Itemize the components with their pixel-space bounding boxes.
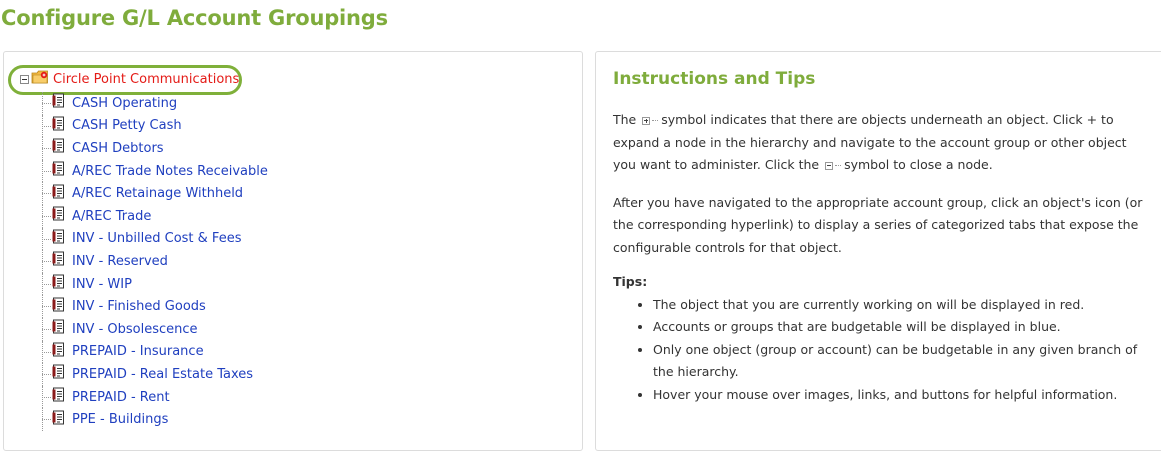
instructions-paragraph-expand: The symbol indicates that there are obje… [613,109,1153,177]
account-link[interactable]: INV - Unbilled Cost & Fees [72,231,241,246]
account-ledger-icon[interactable] [52,138,65,158]
instructions-paragraph-navigate: After you have navigated to the appropri… [613,194,1143,255]
tree-item[interactable]: PREPAID - Real Estate Taxes [42,363,268,386]
account-ledger-icon[interactable] [52,319,65,339]
account-link[interactable]: PREPAID - Insurance [72,344,204,359]
account-ledger-icon[interactable] [52,161,65,181]
tree-branch-line [42,227,52,251]
account-ledger-icon[interactable] [52,410,65,430]
tree-branch-line [42,159,52,183]
account-ledger-icon[interactable] [52,229,65,249]
tree-branch-line [42,317,52,341]
instructions-text: symbol to close a node. [844,157,993,172]
account-link[interactable]: A/REC Retainage Withheld [72,186,243,201]
tree-branch-line [42,137,52,160]
dotted-connector-icon [652,120,659,121]
tree-item[interactable]: CASH Petty Cash [42,114,268,138]
account-link[interactable]: CASH Petty Cash [72,118,182,133]
tree-branch-line [42,92,52,115]
account-ledger-icon[interactable] [52,364,65,384]
instructions-body: The symbol indicates that there are obje… [613,109,1153,406]
page-title: Configure G/L Account Groupings [1,6,388,30]
account-link[interactable]: CASH Debtors [72,141,164,156]
tree-branch-line [42,250,52,273]
tips-list: The object that you are currently workin… [613,294,1153,407]
account-tree-panel: Circle Point Communications CASH Operati… [3,51,583,451]
account-ledger-icon[interactable] [52,251,65,271]
tree-item[interactable]: CASH Debtors [42,137,268,160]
tree-item[interactable]: INV - Finished Goods [42,295,268,318]
tree-item[interactable]: INV - WIP [42,272,268,296]
tip-item: Only one object (group or account) can b… [653,339,1153,384]
tree-branch-line [42,204,52,228]
instructions-title: Instructions and Tips [613,69,816,89]
account-ledger-icon[interactable] [52,297,65,317]
account-tree-list: CASH Operating CASH Petty Cash CASH Debtor… [42,92,268,431]
tree-branch-line [42,182,52,205]
tree-item[interactable]: PREPAID - Insurance [42,340,268,364]
tree-branch-line [42,272,52,296]
tree-item[interactable]: INV - Reserved [42,250,268,273]
account-ledger-icon[interactable] [52,116,65,136]
tips-heading: Tips: [613,274,648,289]
account-ledger-icon[interactable] [52,93,65,113]
tip-item: Hover your mouse over images, links, and… [653,384,1153,407]
dotted-connector-icon [835,165,842,166]
account-ledger-icon[interactable] [52,184,65,204]
expand-symbol-icon [642,116,651,125]
account-link[interactable]: INV - WIP [72,277,132,292]
tree-root-link[interactable]: Circle Point Communications [53,72,239,87]
tree-item[interactable]: A/REC Retainage Withheld [42,182,268,205]
tree-item[interactable]: PREPAID - Rent [42,385,268,409]
account-ledger-icon[interactable] [52,274,65,294]
account-ledger-icon[interactable] [52,342,65,362]
account-link[interactable]: INV - Obsolescence [72,322,198,337]
account-link[interactable]: A/REC Trade Notes Receivable [72,164,268,179]
account-ledger-icon[interactable] [52,206,65,226]
account-link[interactable]: A/REC Trade [72,209,151,224]
account-link[interactable]: INV - Finished Goods [72,299,206,314]
tree-item[interactable]: INV - Unbilled Cost & Fees [42,227,268,251]
tree-branch-line [42,114,52,138]
tree-branch-line [42,363,52,386]
tree-item[interactable]: PPE - Buildings [42,408,268,431]
collapse-icon[interactable] [20,75,29,84]
instructions-text: The [613,112,637,127]
account-link[interactable]: CASH Operating [72,96,177,111]
tree-item[interactable]: CASH Operating [42,92,268,115]
tree-branch-line [42,295,52,318]
tip-item: Accounts or groups that are budgetable w… [653,316,1153,339]
instructions-panel: Instructions and Tips The symbol indicat… [595,51,1161,451]
tip-item: The object that you are currently workin… [653,294,1153,317]
tree-branch-line [42,340,52,364]
tree-branch-line [42,408,52,431]
collapse-symbol-icon [825,161,834,170]
tree-item[interactable]: INV - Obsolescence [42,317,268,341]
tree-root-node[interactable]: Circle Point Communications [20,69,239,90]
account-link[interactable]: INV - Reserved [72,254,168,269]
tree-branch-line [42,385,52,409]
account-link[interactable]: PREPAID - Real Estate Taxes [72,367,253,382]
account-link[interactable]: PREPAID - Rent [72,390,170,405]
tree-item[interactable]: A/REC Trade [42,204,268,228]
account-link[interactable]: PPE - Buildings [72,412,168,427]
company-folder-icon[interactable] [31,69,49,90]
tree-item[interactable]: A/REC Trade Notes Receivable [42,159,268,183]
account-ledger-icon[interactable] [52,387,65,407]
